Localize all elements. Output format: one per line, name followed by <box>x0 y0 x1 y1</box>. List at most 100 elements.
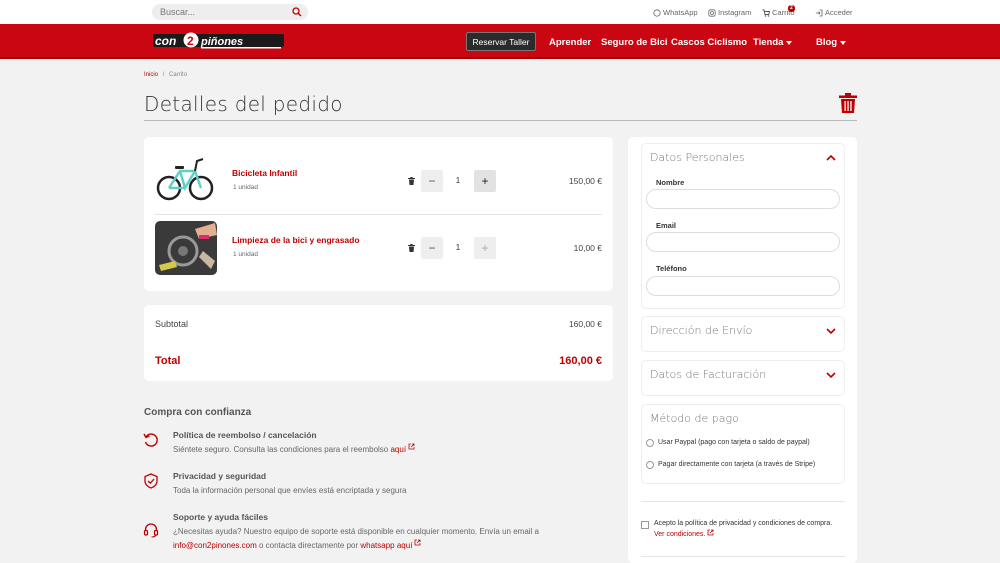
minus-icon: − <box>428 241 436 255</box>
minus-icon: − <box>428 174 436 188</box>
chevron-down-icon[interactable] <box>826 328 836 335</box>
bike-image <box>155 153 217 207</box>
panel-divider <box>641 556 845 557</box>
privacy-title: Privacidad y seguridad <box>173 471 267 481</box>
paypal-radio[interactable] <box>646 439 654 447</box>
nav-item-cascos[interactable]: Cascos Ciclismo <box>671 37 747 48</box>
cart-item-unit: 1 unidad <box>233 251 258 258</box>
billing-section[interactable]: Datos de Facturación <box>641 360 845 396</box>
product-image-cleaning[interactable] <box>155 221 217 275</box>
payment-method-title: Método de pago <box>650 412 739 425</box>
svg-text:2: 2 <box>187 34 194 48</box>
nav-item-label: Tienda <box>753 37 784 48</box>
external-link-icon <box>415 539 421 546</box>
svg-text:piñones: piñones <box>200 36 243 48</box>
cart-item-unit: 1 unidad <box>233 184 258 191</box>
plus-icon: + <box>481 241 489 255</box>
support-text: ¿Necesitas ayuda? Nuestro equipo de sopo… <box>173 525 593 553</box>
breadcrumb-current: Carrito <box>169 72 188 78</box>
refund-title: Política de reembolso / cancelación <box>173 430 317 440</box>
name-field[interactable] <box>646 189 840 209</box>
site-logo[interactable]: con 2 piñones <box>153 32 284 50</box>
whatsapp-icon <box>653 8 661 17</box>
subtotal-value: 160,00 € <box>568 319 602 329</box>
external-link-icon <box>707 529 714 536</box>
nav-item-aprender[interactable]: Aprender <box>549 37 591 48</box>
headset-icon <box>143 523 159 538</box>
paypal-label[interactable]: Usar Paypal (pago con tarjeta o saldo de… <box>658 439 810 446</box>
chevron-up-icon[interactable] <box>826 154 836 161</box>
chevron-down-icon <box>840 40 847 45</box>
search-box <box>152 4 308 20</box>
reserve-workshop-button[interactable]: Reservar Taller <box>466 32 536 51</box>
breadcrumb-home[interactable]: Inicio <box>144 72 158 78</box>
breadcrumb-separator: / <box>162 72 165 78</box>
plus-icon: + <box>481 174 489 188</box>
stripe-label[interactable]: Pagar directamente con tarjeta (a través… <box>658 461 815 468</box>
search-input[interactable] <box>152 4 290 20</box>
personal-data-title[interactable]: Datos Personales <box>650 151 745 164</box>
cart-item-name[interactable]: Bicicleta Infantil <box>232 168 297 178</box>
view-conditions-link[interactable]: Ver condiciones. <box>654 531 705 538</box>
chevron-down-icon <box>786 40 793 45</box>
nav-item-seguro[interactable]: Seguro de Bici <box>601 37 668 48</box>
item-divider <box>154 214 602 215</box>
phone-label: Teléfono <box>656 264 687 273</box>
breadcrumb: Inicio / Carrito <box>144 72 187 78</box>
privacy-text: Toda la información personal que envíes … <box>173 486 407 495</box>
increase-quantity-button[interactable]: + <box>474 170 496 192</box>
stripe-radio[interactable] <box>646 461 654 469</box>
login-label: Acceder <box>825 8 853 17</box>
support-text-body-2: o contacta directamente por <box>258 541 359 550</box>
shipping-title: Dirección de Envío <box>650 324 753 337</box>
chevron-down-icon[interactable] <box>826 372 836 379</box>
quantity-value: 1 <box>455 243 461 252</box>
refund-text: Siéntete seguro. Consulta las condicione… <box>173 443 415 457</box>
nav-item-blog[interactable]: Blog <box>816 37 847 48</box>
email-field[interactable] <box>646 232 840 252</box>
external-link-icon <box>408 443 415 450</box>
cleaning-image <box>155 221 217 275</box>
support-whatsapp-link[interactable]: whatsapp aquí <box>360 541 412 550</box>
instagram-icon <box>708 8 716 17</box>
support-email-link[interactable]: info@con2pinones.com <box>173 541 257 550</box>
login-link[interactable]: Acceder <box>815 8 853 17</box>
cart-item-price: 10,00 € <box>573 243 602 253</box>
search-icon[interactable] <box>292 7 302 17</box>
top-bar: WhatsApp Instagram Carrito 2 Acceder <box>0 0 1000 24</box>
empty-cart-trash-icon[interactable] <box>839 93 857 113</box>
panel-divider <box>641 501 845 502</box>
remove-item-trash-icon[interactable] <box>408 244 415 252</box>
phone-field[interactable] <box>646 276 840 296</box>
page-title: Detalles del pedido <box>144 92 343 116</box>
quantity-value: 1 <box>455 176 461 185</box>
order-summary-card <box>144 305 613 381</box>
product-image-bike[interactable] <box>155 153 217 207</box>
remove-item-trash-icon[interactable] <box>408 177 415 185</box>
cart-link[interactable]: Carrito 2 <box>762 5 795 17</box>
shipping-section[interactable]: Dirección de Envío <box>641 316 845 352</box>
increase-quantity-button[interactable]: + <box>474 237 496 259</box>
trust-section-title: Compra con confianza <box>144 407 252 418</box>
support-title: Soporte y ayuda fáciles <box>173 512 268 522</box>
cart-count-badge: 2 <box>788 5 795 12</box>
title-divider <box>144 120 857 121</box>
subtotal-label: Subtotal <box>155 319 189 329</box>
instagram-label: Instagram <box>718 8 752 17</box>
total-value: 160,00 € <box>559 355 602 367</box>
nav-item-tienda[interactable]: Tienda <box>753 37 793 48</box>
privacy-accept-checkbox[interactable] <box>641 521 649 529</box>
nav-item-label: Cascos Ciclismo <box>671 37 748 48</box>
whatsapp-link[interactable]: WhatsApp <box>653 8 698 17</box>
nav-item-label: Aprender <box>549 37 592 48</box>
refund-link[interactable]: aquí <box>390 445 406 454</box>
support-text-body: ¿Necesitas ayuda? Nuestro equipo de sopo… <box>173 527 539 536</box>
billing-title: Datos de Facturación <box>650 368 767 381</box>
decrease-quantity-button[interactable]: − <box>421 237 443 259</box>
nav-item-label: Blog <box>816 37 838 48</box>
decrease-quantity-button[interactable]: − <box>421 170 443 192</box>
privacy-accept-text[interactable]: Acepto la política de privacidad y condi… <box>654 520 832 527</box>
instagram-link[interactable]: Instagram <box>708 8 751 17</box>
cart-item-name[interactable]: Limpieza de la bici y engrasado <box>232 235 360 245</box>
svg-text:con: con <box>155 34 176 48</box>
